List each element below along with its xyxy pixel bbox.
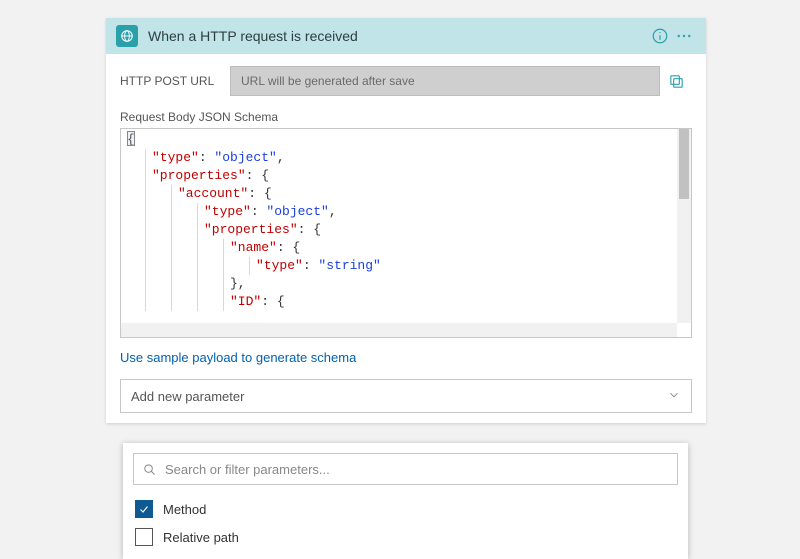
card-title: When a HTTP request is received [148, 28, 648, 44]
schema-label: Request Body JSON Schema [120, 110, 692, 124]
ellipsis-icon[interactable] [672, 24, 696, 48]
copy-icon[interactable] [660, 66, 692, 96]
json-schema-editor[interactable]: {"type": "object","properties": {"accoun… [120, 128, 692, 338]
info-icon[interactable] [648, 24, 672, 48]
chevron-down-icon [667, 388, 681, 405]
url-label: HTTP POST URL [120, 74, 230, 88]
vertical-scrollbar[interactable] [677, 129, 691, 323]
url-row: HTTP POST URL URL will be generated afte… [120, 66, 692, 96]
checkbox[interactable] [135, 528, 153, 546]
http-request-icon [116, 25, 138, 47]
card-header: When a HTTP request is received [106, 18, 706, 54]
parameter-option[interactable]: Method [129, 495, 682, 523]
trigger-card: When a HTTP request is received HTTP POS… [106, 18, 706, 423]
parameter-dropdown-panel: Method Relative path [123, 443, 688, 559]
search-icon [142, 462, 157, 477]
horizontal-scrollbar[interactable] [121, 323, 677, 337]
parameter-search-input[interactable] [165, 462, 669, 477]
use-sample-payload-link[interactable]: Use sample payload to generate schema [120, 350, 356, 365]
add-parameter-dropdown[interactable]: Add new parameter [120, 379, 692, 413]
parameter-option[interactable]: Relative path [129, 523, 682, 551]
url-readonly-field: URL will be generated after save [230, 66, 660, 96]
scrollbar-thumb[interactable] [679, 129, 689, 199]
editor-cursor [127, 131, 135, 146]
option-label: Relative path [163, 530, 239, 545]
parameter-search-box[interactable] [133, 453, 678, 485]
schema-code[interactable]: {"type": "object","properties": {"accoun… [121, 129, 691, 313]
add-parameter-label: Add new parameter [131, 389, 244, 404]
card-body: HTTP POST URL URL will be generated afte… [106, 54, 706, 423]
option-label: Method [163, 502, 206, 517]
checkbox[interactable] [135, 500, 153, 518]
